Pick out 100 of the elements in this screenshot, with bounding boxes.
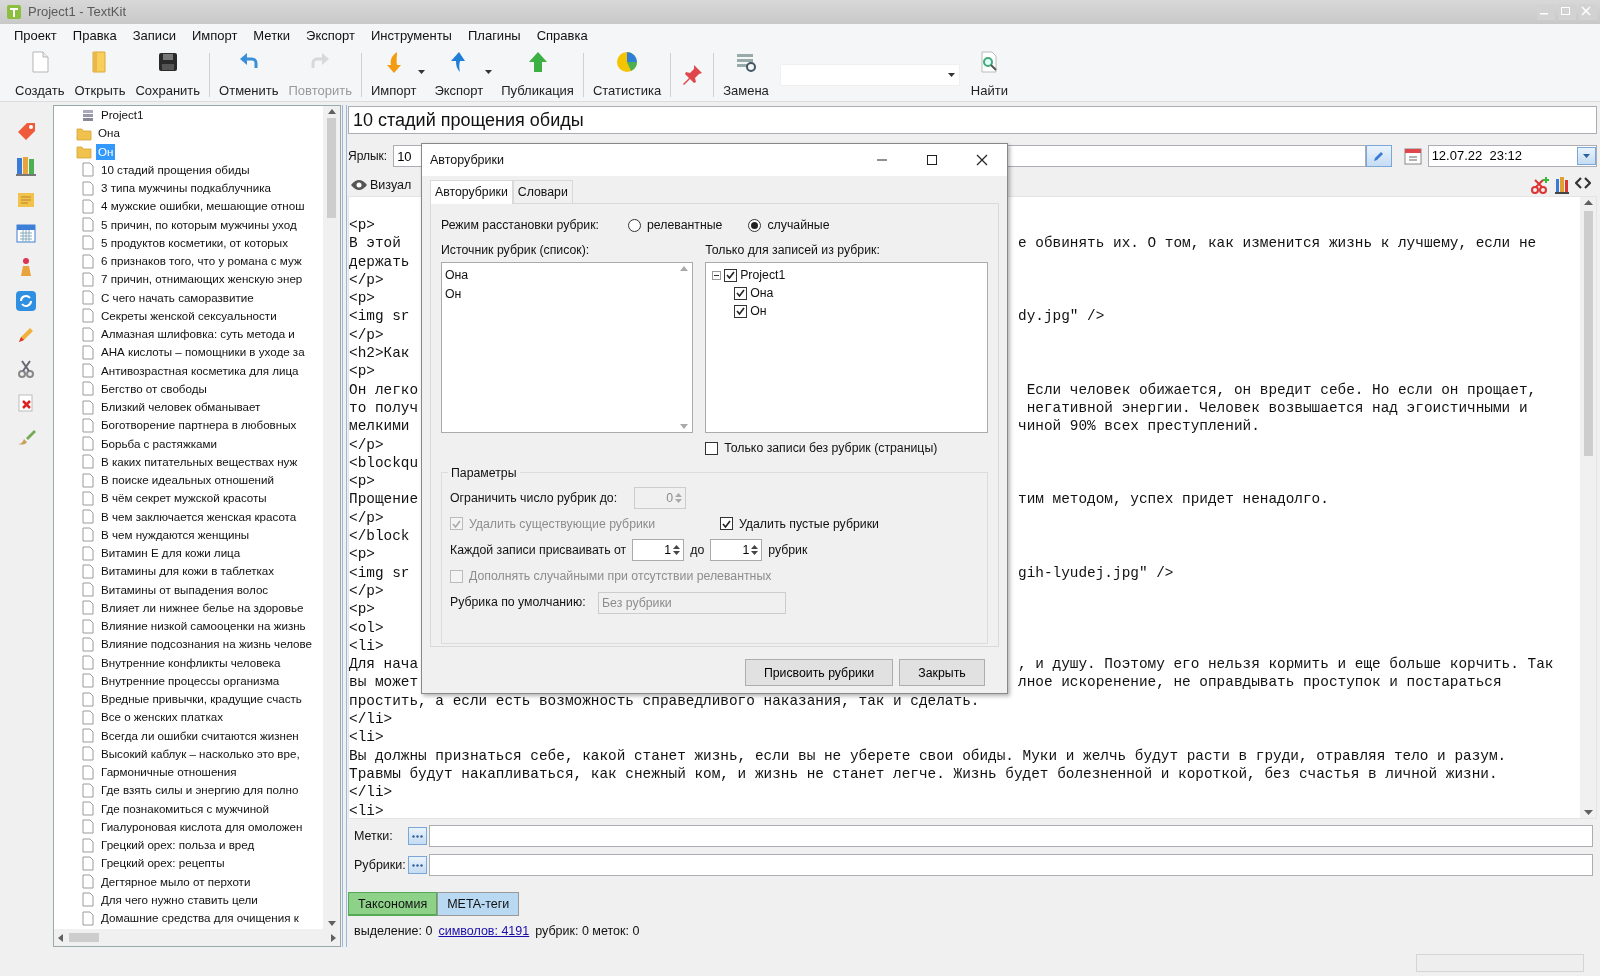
tab[interactable]: Словари [512, 180, 573, 204]
tree-item[interactable]: Высокий каблук – насколько это вре, [99, 745, 302, 762]
tree-item[interactable]: 7 причин, отнимающих женскую энер [99, 271, 305, 288]
menu-item[interactable]: Экспорт [298, 24, 363, 48]
tab[interactable]: Таксономия [348, 892, 438, 916]
spin-arrows-icon[interactable] [673, 544, 681, 557]
scroll-down-icon[interactable] [1583, 810, 1593, 815]
tree-item[interactable]: Она [96, 125, 122, 142]
maximize-icon[interactable] [926, 154, 938, 166]
tree-item[interactable]: В чем нуждаются женщины [99, 526, 252, 543]
tree-item[interactable]: Влияние низкой самооценки на жизнь [99, 618, 308, 635]
collapse-icon[interactable] [712, 270, 722, 280]
tree-item[interactable]: 5 причин, по которым мужчины уход [99, 216, 299, 233]
more-button[interactable] [408, 827, 427, 845]
toolbar-button[interactable]: Сохранить [130, 48, 206, 100]
tree-item[interactable]: Антивозрастная косметика для лица [99, 362, 301, 379]
scroll-thumb[interactable] [69, 933, 99, 942]
books-icon[interactable] [1555, 176, 1569, 194]
tree-item[interactable]: Влияние подсознания на жизнь челове [99, 636, 315, 653]
status-link[interactable]: символов: 4191 [438, 921, 530, 941]
tree-item[interactable]: В поиске идеальных отношений [99, 472, 276, 489]
refresh-icon[interactable] [15, 290, 37, 312]
tree-item[interactable]: Борьба с растяжками [99, 435, 219, 452]
spin-input[interactable]: 1 [711, 539, 752, 561]
toolbar-button[interactable]: Статистика [587, 48, 667, 100]
tree-item[interactable]: Витамины для кожи в таблетках [99, 563, 277, 580]
tree-item[interactable]: Где познакомиться с мужчиной [99, 800, 271, 817]
checkbox[interactable] [724, 268, 738, 282]
menu-item[interactable]: Проект [6, 24, 65, 48]
tree-item[interactable]: В чём секрет мужской красоты [99, 490, 269, 507]
tree-item[interactable]: Грецкий орех: польза и вред [99, 837, 257, 854]
date-field[interactable]: 12.07.22 23:12 [1427, 145, 1597, 167]
toolbar-button[interactable]: Создать [10, 48, 70, 100]
tree-item[interactable]: АНА кислоты – помощники в уходе за [99, 344, 307, 361]
close-icon[interactable] [976, 154, 988, 166]
tree-item[interactable]: Витамин Е для кожи лица [99, 545, 243, 562]
date-input[interactable]: 12.07.22 23:12 [1428, 145, 1569, 167]
spin-field[interactable]: 1 [710, 539, 763, 562]
tree-item[interactable]: 4 мужские ошибки, мешающие отнош [99, 198, 307, 215]
menu-item[interactable]: Записи [124, 24, 184, 48]
tree-item[interactable]: Секреты женской сексуальности [99, 307, 279, 324]
tree-item[interactable]: Project1 [99, 107, 146, 124]
tree-item[interactable]: Он [750, 302, 767, 321]
list-item[interactable]: Она [445, 266, 676, 285]
spin-field[interactable]: 1 [632, 539, 685, 562]
spin-arrows-icon[interactable] [751, 544, 759, 557]
menu-item[interactable]: Метки [245, 24, 299, 48]
tree-item[interactable]: Гармоничные отношения [99, 764, 239, 781]
list-item[interactable]: Он [445, 284, 676, 304]
tree-item[interactable]: В каких питательных веществах нуж [99, 453, 300, 470]
code-icon[interactable] [1575, 176, 1591, 190]
scroll-thumb[interactable] [1583, 211, 1593, 456]
menu-item[interactable]: Справка [528, 24, 596, 48]
tree-item[interactable]: Боготворение партнера в любовных [99, 417, 299, 434]
checkbox[interactable] [705, 442, 719, 456]
title-field[interactable]: 10 стадий прощения обиды [348, 106, 1597, 134]
scrollbar[interactable] [1580, 197, 1596, 818]
menu-item[interactable]: Инструменты [362, 24, 460, 48]
radio-button[interactable] [748, 219, 762, 233]
dialog-button[interactable]: Закрыть [899, 659, 985, 687]
toolbar-button[interactable]: Найти [965, 48, 1013, 100]
tree-item[interactable]: Вредные привычки, крадущие счасть [99, 691, 304, 708]
toolbar-button[interactable]: Открыть [69, 48, 131, 100]
scissors-plus-icon[interactable] [1531, 176, 1549, 194]
toolbar-button[interactable]: Экспорт [429, 48, 489, 100]
tab[interactable]: META-теги [437, 892, 520, 916]
checkbox[interactable] [734, 304, 748, 318]
tree-item[interactable]: 5 продуктов косметики, от которых [99, 234, 290, 251]
calendar-icon[interactable] [15, 222, 37, 244]
tree-item[interactable]: Витамины от выпадения волос [99, 581, 271, 598]
more-button[interactable] [408, 856, 427, 874]
radio-button[interactable] [628, 219, 641, 233]
toolbar-button[interactable]: Импорт [365, 48, 422, 100]
view-tab[interactable]: Визуал [348, 175, 412, 195]
checkbox[interactable] [720, 517, 733, 531]
menu-item[interactable]: Импорт [183, 24, 246, 48]
scroll-up-icon[interactable] [1583, 200, 1593, 205]
scroll-thumb[interactable] [327, 118, 336, 218]
tree-item[interactable]: С чего начать саморазвитие [99, 289, 256, 306]
tab[interactable]: Авторубрики [430, 180, 513, 205]
scroll-up-icon[interactable] [327, 109, 336, 114]
tree-item[interactable]: Внутренние процессы организма [99, 672, 282, 689]
toolbar-button[interactable]: Отменить [214, 48, 284, 100]
tree-item[interactable]: Она [750, 284, 774, 303]
checkbox[interactable] [734, 286, 748, 300]
tree-item[interactable]: Влияет ли нижнее белье на здоровье [99, 599, 306, 616]
dropdown-button[interactable] [1577, 147, 1596, 165]
scroll-down-icon[interactable] [679, 424, 688, 430]
tree-item[interactable]: В чем заключается женская красота [99, 508, 299, 525]
list-box[interactable]: Она Он [441, 262, 694, 434]
dialog-button[interactable]: Присвоить рубрики [745, 659, 893, 687]
tree-item[interactable]: Дегтярное мыло от перхоти [99, 873, 253, 890]
scissors-icon[interactable] [15, 358, 37, 380]
toolbar-button[interactable]: Публикация [496, 48, 579, 100]
scroll-right-icon[interactable] [331, 933, 336, 942]
scrollbar[interactable] [323, 106, 340, 929]
tree-item[interactable]: Домашние средства для очищения к [99, 910, 301, 927]
tree-item[interactable]: Для чего нужно ставить цели [99, 891, 260, 908]
menu-item[interactable]: Плагины [459, 24, 529, 48]
tree-item[interactable]: Все о женских платках [99, 709, 225, 726]
